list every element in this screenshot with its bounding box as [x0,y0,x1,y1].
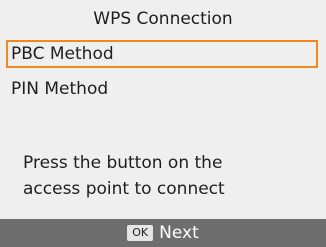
instruction-line-2: access point to connect [23,179,225,199]
menu-item-label: PBC Method [11,44,114,64]
footer-bar: OK Next [0,219,326,247]
menu-item-pin-method[interactable]: PIN Method [6,76,318,104]
menu-item-label: PIN Method [11,79,109,99]
menu-item-pbc-method[interactable]: PBC Method [6,40,318,68]
instruction-message: Press the button on the access point to … [23,150,313,202]
page-title: WPS Connection [93,9,233,29]
instruction-line-1: Press the button on the [23,153,223,173]
next-button[interactable]: Next [159,221,199,245]
ok-key-icon: OK [127,225,154,241]
wps-connection-screen: WPS Connection PBC Method PIN Method Pre… [0,0,326,247]
